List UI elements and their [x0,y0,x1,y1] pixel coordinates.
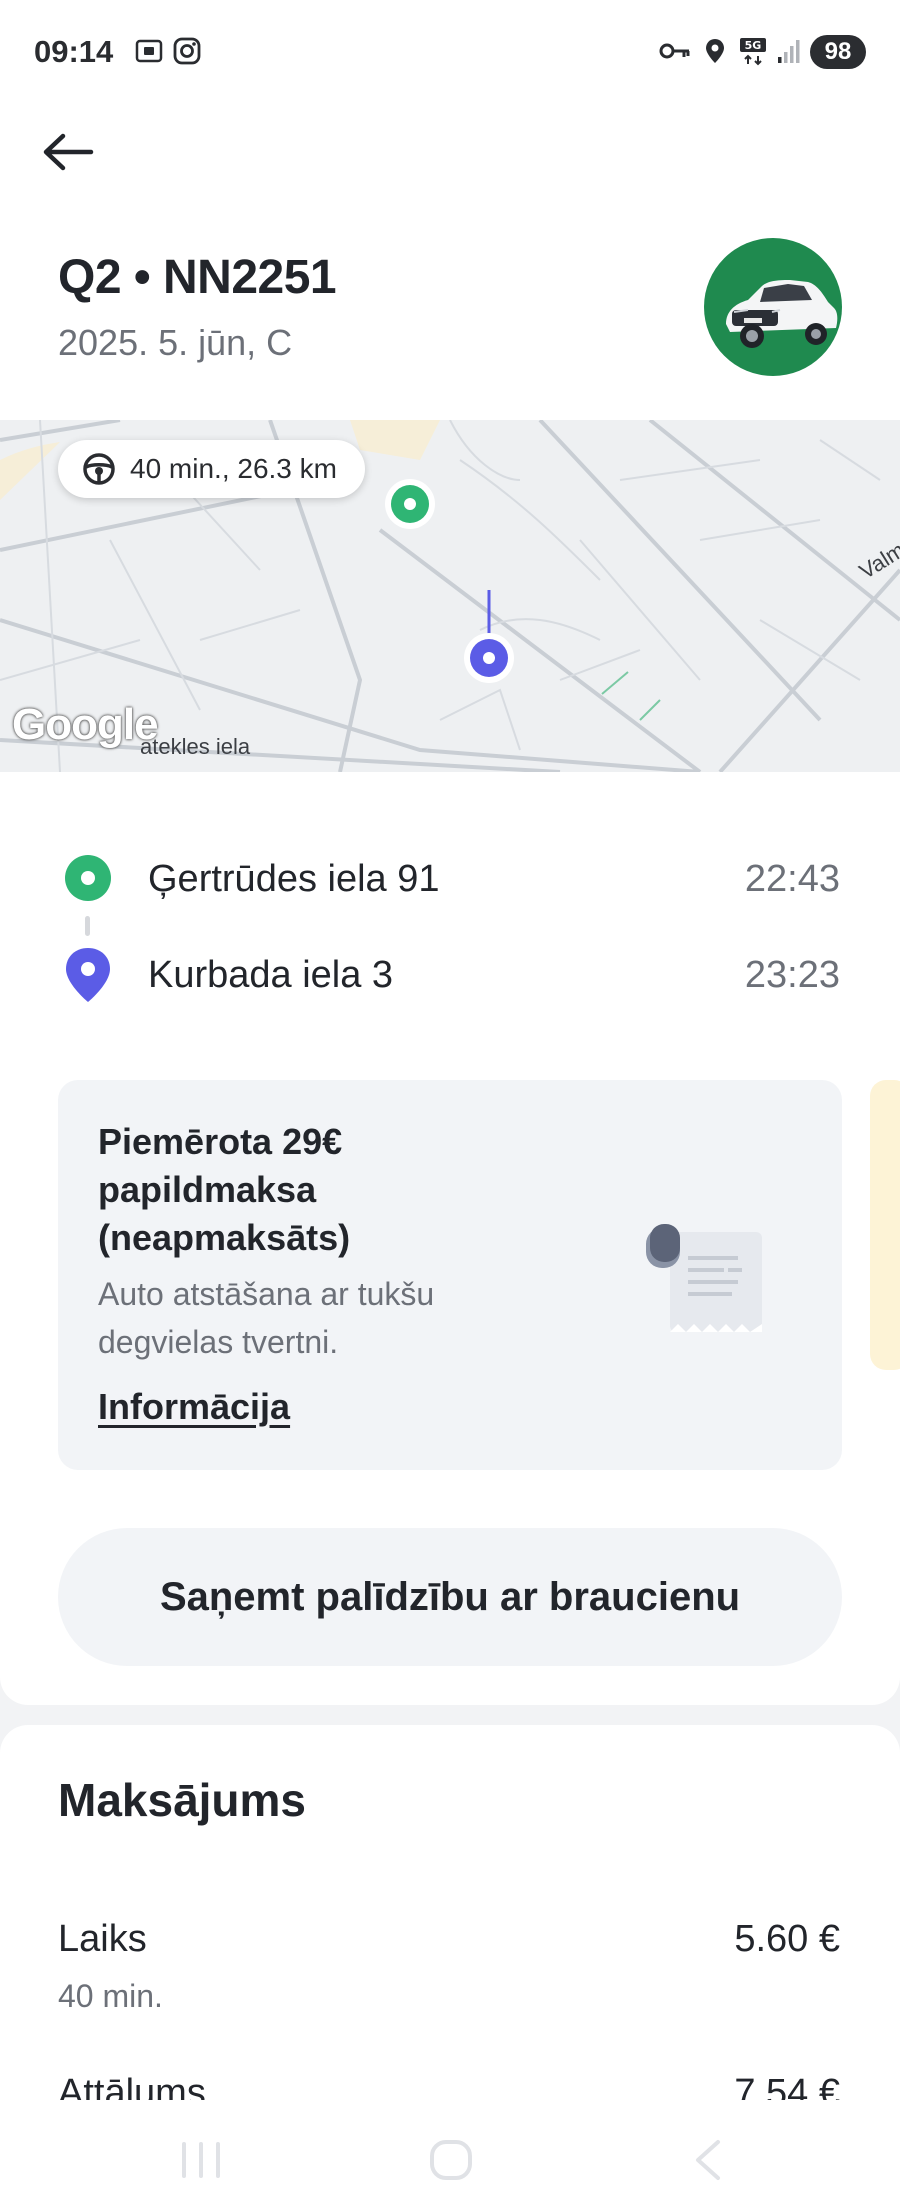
car-avatar [704,238,842,376]
receipt-icon [646,1224,762,1332]
network-5g-icon: 5G [740,38,766,66]
end-address: Kurbada iela 3 [148,954,394,996]
surcharge-title: Piemērota 29€ papildmaksa (neapmaksāts) [98,1121,351,1258]
start-address: Ģertrūdes iela 91 [148,858,440,900]
get-help-button[interactable]: Saņemt palīdzību ar braucienu [58,1528,842,1666]
payment-time-label: Laiks [58,1918,147,1960]
svg-text:5G: 5G [745,39,762,52]
screenshot-icon [135,39,163,63]
recent-apps-icon[interactable] [178,2138,224,2182]
destination-pin-icon [66,948,110,1002]
status-time: 09:14 [34,34,114,69]
next-card-peek[interactable] [870,1080,900,1370]
route-start: Ģertrūdes iela 91 22:43 [0,838,900,918]
surcharge-card: Piemērota 29€ papildmaksa (neapmaksāts) … [58,1080,842,1470]
payment-time-duration: 40 min. [58,1978,163,2014]
back-button[interactable] [36,120,100,184]
eta-text: 40 min., 26.3 km [130,453,337,484]
back-nav-icon[interactable] [686,2138,732,2182]
location-icon [706,39,724,63]
vpn-key-icon [659,43,690,59]
trip-date: 2025. 5. jūn, C [58,322,293,363]
signal-icon [778,40,800,63]
battery-indicator: 98 [810,35,866,69]
arrow-left-icon [43,133,94,171]
status-bar: 09:14 5G 98 [0,0,900,100]
surcharge-description: Auto atstāšana ar tukšu degvielas tvertn… [98,1276,435,1360]
payment-distance-value: 7.54 € [734,2072,840,2100]
start-time: 22:43 [744,858,840,900]
car-image [726,280,838,348]
surcharge-info-link[interactable]: Informācija [98,1386,290,1428]
instagram-icon [173,37,201,65]
payment-distance-row: Attālums 7.54 € [0,2072,900,2100]
google-logo: Google [12,700,159,749]
payment-time-value: 5.60 € [734,1918,840,1960]
trip-title: Q2 • NN2251 [58,251,337,304]
start-dot-icon [65,855,111,901]
home-icon[interactable] [428,2138,474,2182]
map-street-label: atekles iela [140,734,251,759]
route-connector [85,916,90,936]
payment-title: Maksājums [58,1774,307,1826]
eta-pill: 40 min., 26.3 km [58,440,365,498]
route-end: Kurbada iela 3 23:23 [0,934,900,1014]
steering-wheel-icon [83,453,115,485]
system-nav-bar [0,2100,900,2209]
end-time: 23:23 [744,954,840,996]
payment-distance-label: Attālums [58,2072,206,2100]
